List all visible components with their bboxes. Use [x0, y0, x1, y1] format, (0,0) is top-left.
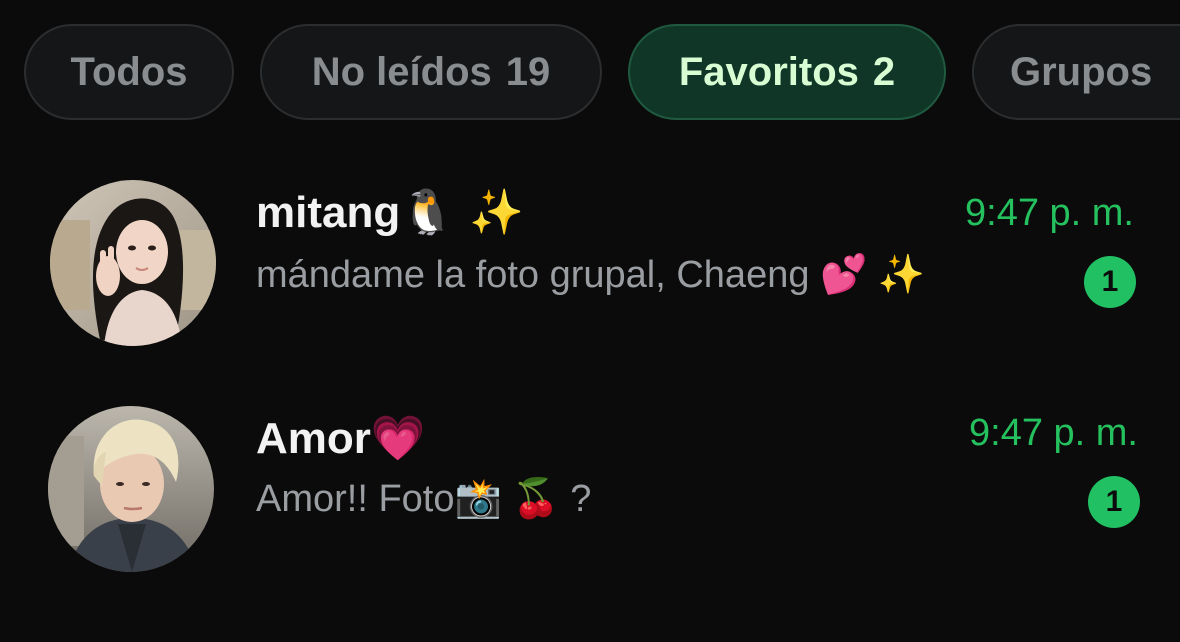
chat-time: 9:47 p. m.: [969, 412, 1138, 454]
avatar[interactable]: [50, 180, 216, 346]
chat-row-mitang[interactable]: mitang🐧 ✨ 9:47 p. m. mándame la foto gru…: [0, 168, 1180, 368]
filter-chip-no-leidos[interactable]: No leídos 19: [260, 24, 602, 120]
chat-time: 9:47 p. m.: [965, 192, 1134, 234]
chat-name-text: Amor: [256, 414, 371, 463]
chat-name: Amor💗: [256, 412, 426, 464]
chat-list-screen: Todos No leídos 19 Favoritos 2 Grupos mi…: [0, 0, 1180, 642]
filter-label: Grupos: [1010, 49, 1153, 94]
filter-count: 19: [505, 49, 551, 94]
filter-bar: Todos No leídos 19 Favoritos 2 Grupos: [24, 24, 1180, 120]
name-emoji: 💗: [370, 413, 426, 464]
chat-row-amor[interactable]: Amor💗 9:47 p. m. Amor!! Foto📸 🍒 ? 1: [0, 396, 1180, 596]
unread-badge: 1: [1088, 476, 1140, 528]
unread-badge: 1: [1084, 256, 1136, 308]
filter-chip-todos[interactable]: Todos: [24, 24, 234, 120]
filter-label: Favoritos: [678, 49, 859, 94]
filter-chip-favoritos[interactable]: Favoritos 2: [628, 24, 946, 120]
filter-count: 2: [872, 49, 896, 94]
avatar[interactable]: [48, 406, 214, 572]
filter-label: No leídos: [311, 49, 492, 94]
name-emoji: 🐧 ✨: [400, 187, 524, 238]
woman-portrait-icon: [50, 180, 216, 346]
chat-preview: mándame la foto grupal, Chaeng 💕 ✨: [256, 254, 926, 296]
chat-name-text: mitang: [256, 188, 401, 237]
filter-label: Todos: [70, 49, 188, 94]
chat-preview: Amor!! Foto📸 🍒 ?: [256, 478, 592, 520]
filter-chip-grupos[interactable]: Grupos: [972, 24, 1180, 120]
blond-person-portrait-icon: [48, 406, 214, 572]
chat-name: mitang🐧 ✨: [256, 186, 524, 238]
